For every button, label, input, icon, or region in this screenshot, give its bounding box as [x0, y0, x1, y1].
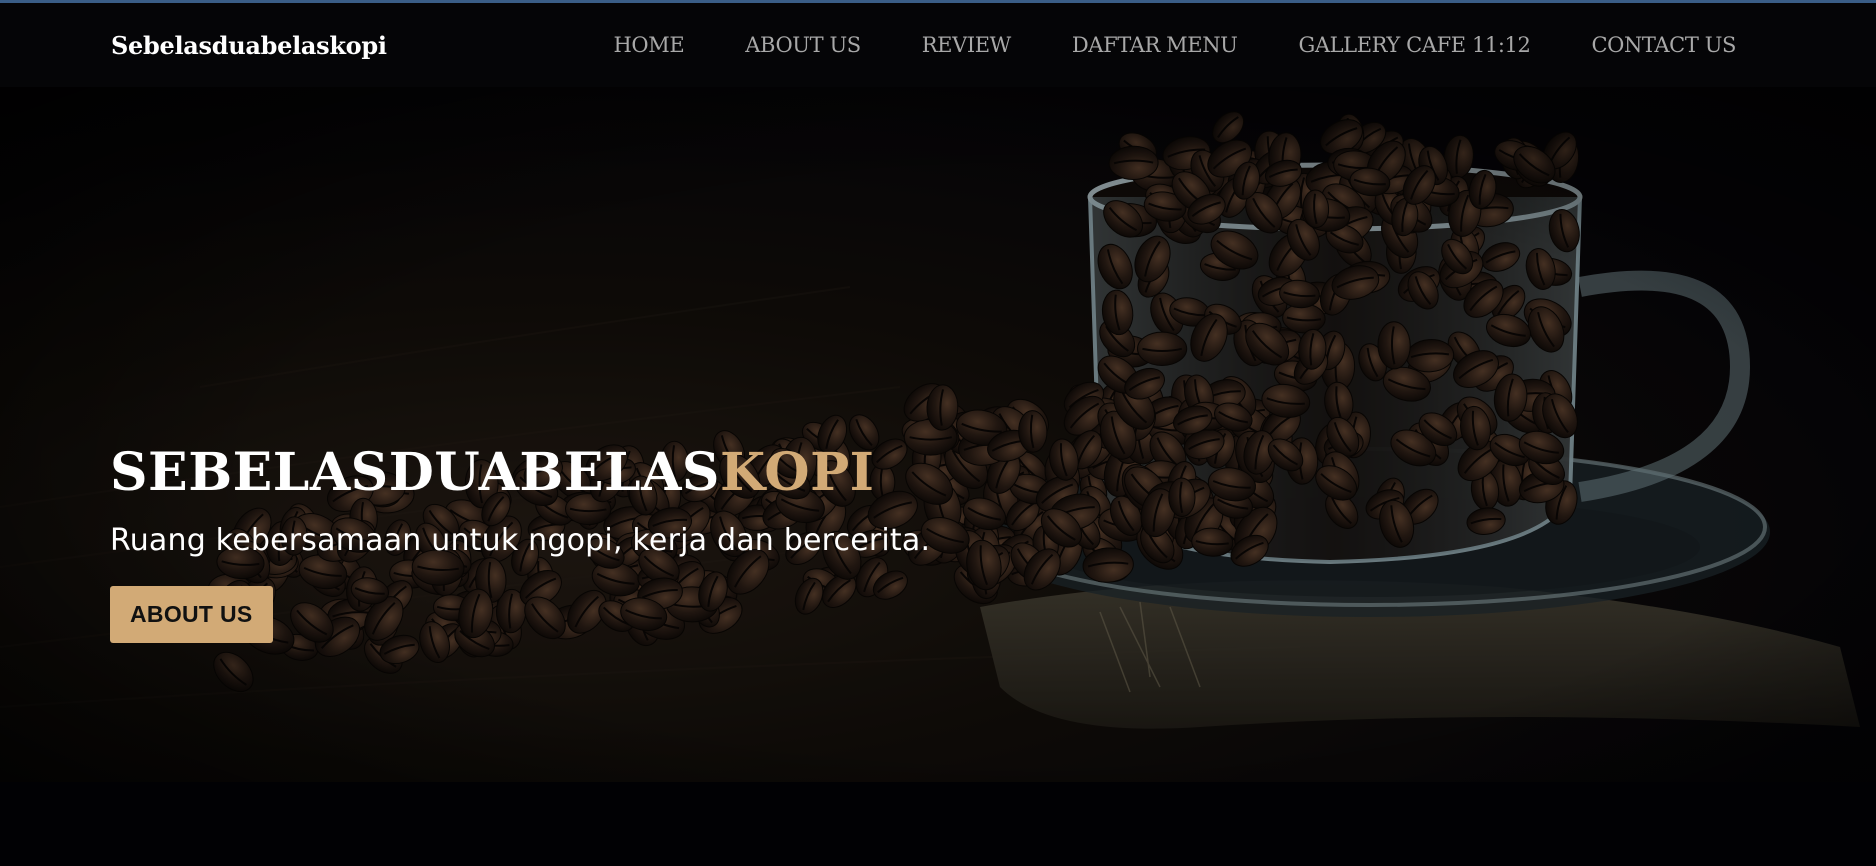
nav-link-contact-us[interactable]: CONTACT US: [1591, 33, 1736, 57]
about-us-button[interactable]: ABOUT US: [110, 586, 273, 643]
navbar: Sebelasduabelaskopi HOME ABOUT US REVIEW…: [0, 3, 1876, 87]
hero-title-accent: KOPI: [719, 442, 875, 503]
hero-title-main: SEBELASDUABELAS: [110, 442, 720, 503]
hero-background-image: [0, 87, 1876, 782]
hero-section: SEBELASDUABELASKOPI Ruang kebersamaan un…: [0, 87, 1876, 782]
hero-subtitle: Ruang kebersamaan untuk ngopi, kerja dan…: [110, 523, 931, 558]
nav-link-home[interactable]: HOME: [614, 33, 685, 57]
bottom-band: [0, 782, 1876, 866]
brand-logo[interactable]: Sebelasduabelaskopi: [111, 31, 387, 60]
hero-title: SEBELASDUABELASKOPI: [110, 442, 930, 503]
hero-content: SEBELASDUABELASKOPI Ruang kebersamaan un…: [110, 442, 930, 643]
nav-link-review[interactable]: REVIEW: [922, 33, 1012, 57]
nav-link-about-us[interactable]: ABOUT US: [745, 33, 861, 57]
nav-link-gallery[interactable]: GALLERY CAFE 11:12: [1298, 33, 1530, 57]
nav-link-daftar-menu[interactable]: DAFTAR MENU: [1072, 33, 1238, 57]
nav-links: HOME ABOUT US REVIEW DAFTAR MENU GALLERY…: [614, 33, 1737, 57]
